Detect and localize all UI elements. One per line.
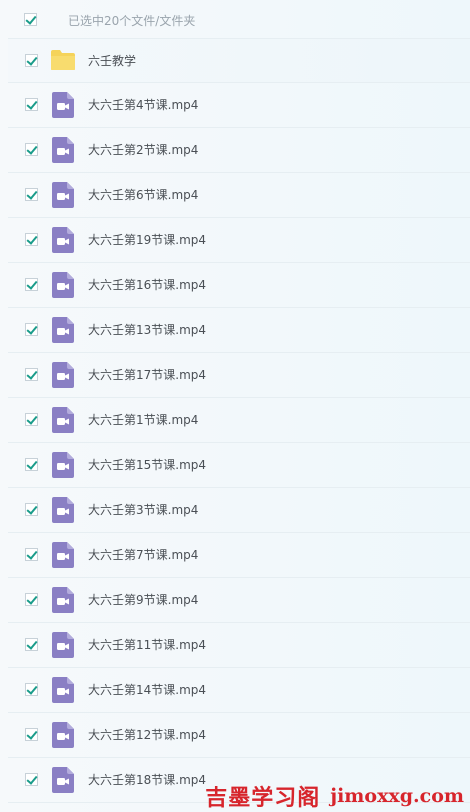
file-row[interactable]: 大六壬第17节课.mp4 <box>8 353 470 398</box>
selection-header: 已选中20个文件/文件夹 <box>0 0 470 42</box>
file-name[interactable]: 大六壬第2节课.mp4 <box>88 142 198 158</box>
video-file-icon <box>52 137 74 163</box>
video-file-icon <box>52 767 74 793</box>
video-file-icon <box>52 227 74 253</box>
row-checkbox[interactable] <box>25 728 38 741</box>
file-row[interactable]: 大六壬第16节课.mp4 <box>8 263 470 308</box>
file-name[interactable]: 六壬教学 <box>88 53 136 69</box>
video-file-icon <box>52 407 74 433</box>
file-name[interactable]: 大六壬第16节课.mp4 <box>88 277 206 293</box>
file-name[interactable]: 大六壬第7节课.mp4 <box>88 547 198 563</box>
file-name[interactable]: 大六壬第4节课.mp4 <box>88 97 198 113</box>
row-checkbox[interactable] <box>25 233 38 246</box>
watermark: 吉墨学习阁 jimoxxg.com <box>205 784 464 811</box>
file-row[interactable]: 大六壬第7节课.mp4 <box>8 533 470 578</box>
row-checkbox[interactable] <box>25 323 38 336</box>
video-file-icon <box>52 317 74 343</box>
file-row[interactable]: 大六壬第13节课.mp4 <box>8 308 470 353</box>
row-checkbox[interactable] <box>25 278 38 291</box>
file-row[interactable]: 大六壬第3节课.mp4 <box>8 488 470 533</box>
file-name[interactable]: 大六壬第6节课.mp4 <box>88 187 198 203</box>
file-row[interactable]: 大六壬第9节课.mp4 <box>8 578 470 623</box>
row-checkbox[interactable] <box>25 188 38 201</box>
file-name[interactable]: 大六壬第14节课.mp4 <box>88 682 206 698</box>
video-file-icon <box>52 362 74 388</box>
file-row[interactable]: 大六壬第15节课.mp4 <box>8 443 470 488</box>
video-file-icon <box>52 182 74 208</box>
row-checkbox[interactable] <box>25 54 38 67</box>
select-all-checkbox[interactable] <box>24 13 37 26</box>
row-checkbox[interactable] <box>25 503 38 516</box>
video-file-icon <box>52 587 74 613</box>
video-file-icon <box>52 632 74 658</box>
row-checkbox[interactable] <box>25 98 38 111</box>
video-file-icon <box>52 92 74 118</box>
watermark-cn-text: 吉墨学习阁 <box>205 786 321 811</box>
file-row[interactable]: 大六壬第2节课.mp4 <box>8 128 470 173</box>
row-checkbox[interactable] <box>25 548 38 561</box>
selection-count-text: 已选中20个文件/文件夹 <box>68 14 196 28</box>
watermark-en-text: jimoxxg.com <box>330 785 464 807</box>
file-row[interactable]: 大六壬第12节课.mp4 <box>8 713 470 758</box>
row-checkbox[interactable] <box>25 683 38 696</box>
file-name[interactable]: 大六壬第17节课.mp4 <box>88 367 206 383</box>
video-file-icon <box>52 722 74 748</box>
row-checkbox[interactable] <box>25 458 38 471</box>
row-checkbox[interactable] <box>25 368 38 381</box>
file-row[interactable]: 大六壬第19节课.mp4 <box>8 218 470 263</box>
file-name[interactable]: 大六壬第9节课.mp4 <box>88 592 198 608</box>
row-checkbox[interactable] <box>25 413 38 426</box>
file-row[interactable]: 大六壬第1节课.mp4 <box>8 398 470 443</box>
file-name[interactable]: 大六壬第1节课.mp4 <box>88 412 198 428</box>
file-name[interactable]: 大六壬第11节课.mp4 <box>88 637 206 653</box>
video-file-icon <box>52 272 74 298</box>
file-row[interactable]: 大六壬第11节课.mp4 <box>8 623 470 668</box>
file-name[interactable]: 大六壬第12节课.mp4 <box>88 727 206 743</box>
file-row[interactable]: 大六壬第6节课.mp4 <box>8 173 470 218</box>
file-name[interactable]: 大六壬第13节课.mp4 <box>88 322 206 338</box>
folder-row[interactable]: 六壬教学 <box>8 38 470 83</box>
file-name[interactable]: 大六壬第18节课.mp4 <box>88 772 206 788</box>
file-name[interactable]: 大六壬第19节课.mp4 <box>88 232 206 248</box>
video-file-icon <box>52 452 74 478</box>
video-file-icon <box>52 497 74 523</box>
file-row[interactable]: 大六壬第14节课.mp4 <box>8 668 470 713</box>
file-name[interactable]: 大六壬第3节课.mp4 <box>88 502 198 518</box>
row-checkbox[interactable] <box>25 593 38 606</box>
row-checkbox[interactable] <box>25 638 38 651</box>
file-row[interactable]: 大六壬第4节课.mp4 <box>8 83 470 128</box>
video-file-icon <box>52 542 74 568</box>
file-name[interactable]: 大六壬第15节课.mp4 <box>88 457 206 473</box>
file-list: 已选中20个文件/文件夹 六壬教学大六壬第4节课.mp4 大六壬第2节课.mp4 大… <box>0 0 470 812</box>
video-file-icon <box>52 677 74 703</box>
folder-icon <box>51 50 75 70</box>
row-checkbox[interactable] <box>25 773 38 786</box>
row-checkbox[interactable] <box>25 143 38 156</box>
